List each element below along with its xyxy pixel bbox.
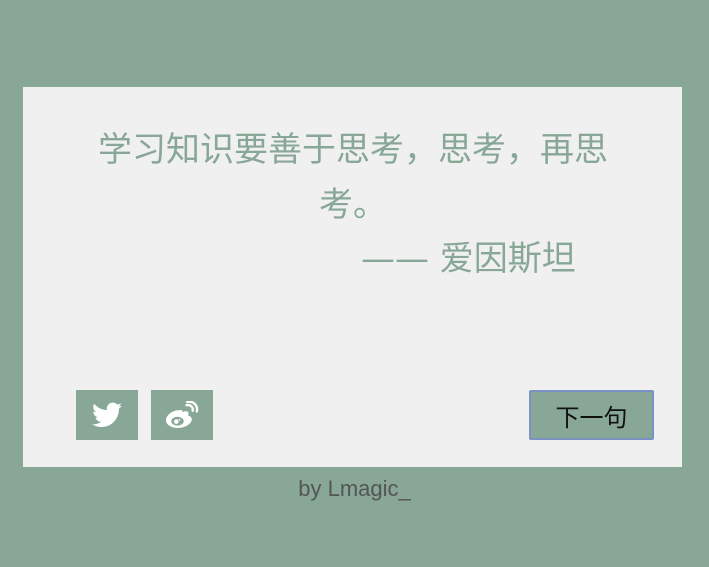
weibo-icon [166, 401, 199, 428]
twitter-share-button[interactable] [76, 390, 138, 440]
quote-card: 学习知识要善于思考，思考，再思考。 —— 爱因斯坦 下一句 [23, 87, 682, 467]
next-quote-button[interactable]: 下一句 [529, 390, 654, 440]
quote-author: —— 爱因斯坦 [361, 239, 576, 279]
weibo-share-button[interactable] [151, 390, 213, 440]
quote-text: 学习知识要善于思考，思考，再思考。 [98, 130, 608, 225]
footer-credit: by Lmagic_ [298, 476, 411, 501]
twitter-bird-icon [92, 402, 122, 427]
